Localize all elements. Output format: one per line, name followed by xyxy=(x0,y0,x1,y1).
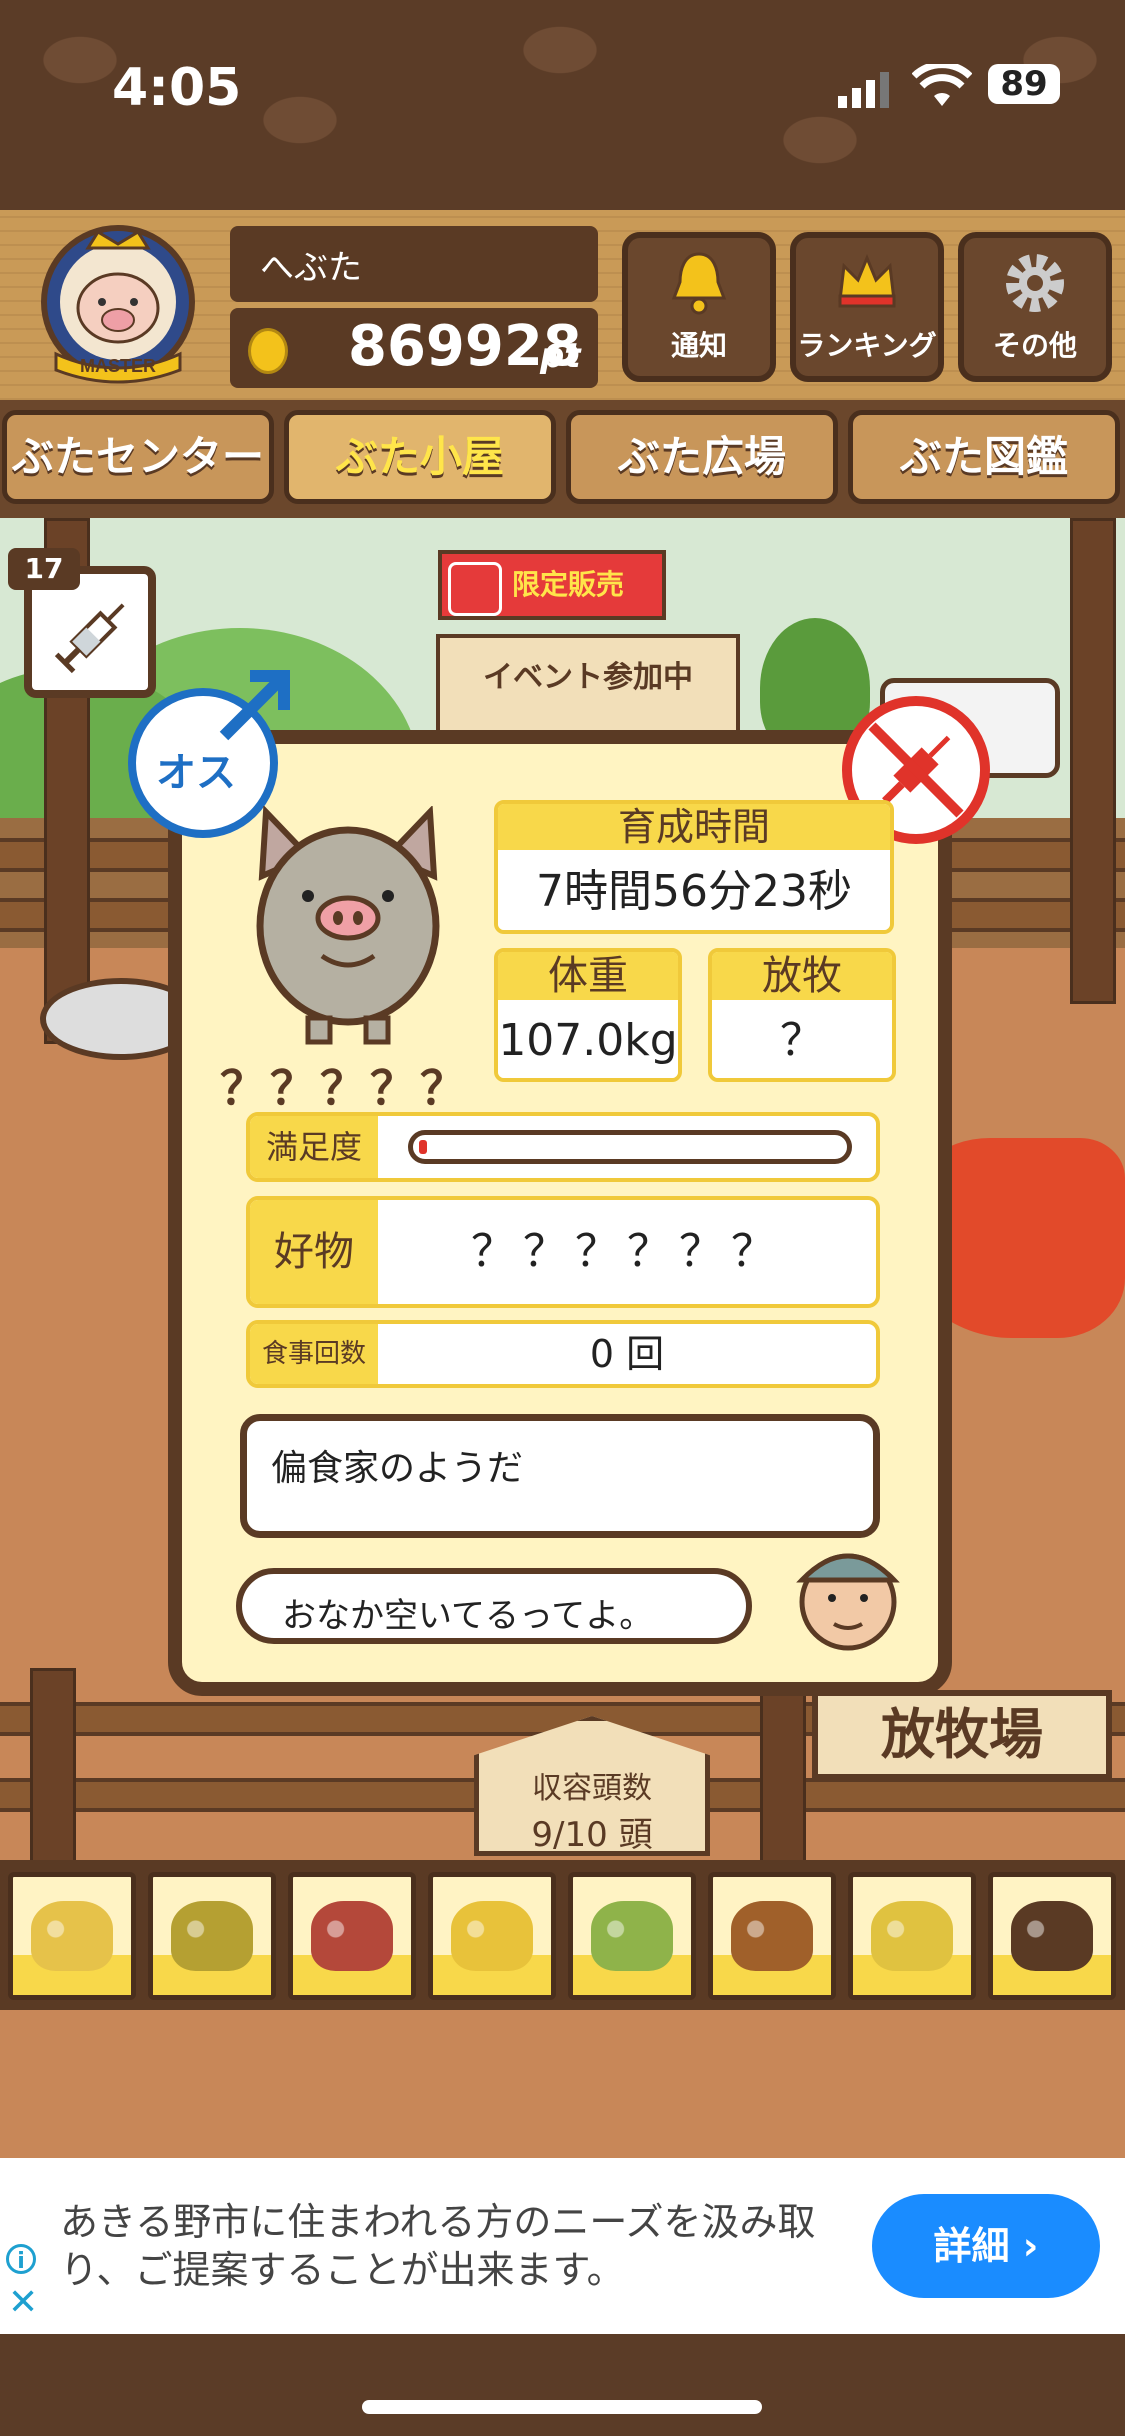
notification-button[interactable]: 通知 xyxy=(622,232,776,382)
username-box: へぶた xyxy=(230,226,598,302)
farmer-speech-bubble: おなか空いてるってよ。 xyxy=(236,1568,752,1644)
food-item-button[interactable] xyxy=(708,1872,836,2000)
favorite-food-row: 好物 ？？？？？？ xyxy=(246,1196,880,1308)
acorn-icon xyxy=(731,1901,813,1971)
corn-icon xyxy=(451,1901,533,1971)
capacity-label: 収容頭数 xyxy=(532,1771,652,1806)
fence-post xyxy=(30,1668,76,1864)
soybean-icon xyxy=(31,1901,113,1971)
pasture-sign[interactable]: 放牧場 xyxy=(812,1690,1112,1780)
graze-label: 放牧 xyxy=(712,952,892,1000)
ad-info-icon[interactable]: i xyxy=(6,2244,36,2274)
event-sign[interactable]: イベント参加中 xyxy=(436,634,740,744)
capacity-value: 9/10 頭 xyxy=(531,1815,653,1855)
syringe-count: 17 xyxy=(8,548,80,590)
food-item-button[interactable] xyxy=(428,1872,556,2000)
pig-trait-bubble: 偏食家のようだ xyxy=(240,1414,880,1538)
tab-buta-center[interactable]: ぶたセンター xyxy=(2,410,274,504)
graze-box: 放牧 ？ xyxy=(708,948,896,1082)
satisfaction-row: 満足度 xyxy=(246,1112,880,1182)
ranking-label: ランキング xyxy=(797,329,937,362)
weight-box: 体重 107.0kg xyxy=(494,948,682,1082)
wifi-icon xyxy=(912,64,972,106)
sweet-potato-icon xyxy=(311,1901,393,1971)
pig-trait-text: 偏食家のようだ xyxy=(271,1448,524,1489)
other-label: その他 xyxy=(992,329,1077,362)
weight-label: 体重 xyxy=(498,952,678,1000)
nuts-leaf-icon xyxy=(591,1901,673,1971)
food-item-button[interactable] xyxy=(988,1872,1116,2000)
other-button[interactable]: その他 xyxy=(958,232,1112,382)
satisfaction-fill xyxy=(419,1140,427,1154)
farmer-avatar xyxy=(796,1553,900,1651)
fence-post xyxy=(760,1668,806,1864)
favorite-label: 好物 xyxy=(250,1200,378,1304)
food-item-button[interactable] xyxy=(8,1872,136,2000)
dice-icon xyxy=(448,562,502,616)
status-bar: 4:05 89 xyxy=(0,0,1125,210)
points-unit: pt xyxy=(540,336,581,376)
food-item-button[interactable] xyxy=(288,1872,416,2000)
weight-value: 107.0kg xyxy=(498,1000,678,1078)
coin-icon xyxy=(248,328,288,374)
bottom-area xyxy=(0,2334,1125,2436)
farmer-speech-text: おなか空いてるってよ。 xyxy=(282,1596,654,1636)
crown-icon xyxy=(838,254,896,308)
ad-banner[interactable]: i ✕ あきる野市に住まわれる方のニーズを汲み取り、ご提案することが出来ます。 … xyxy=(0,2158,1125,2334)
meal-count-value: 0 回 xyxy=(589,1332,665,1376)
favorite-value: ？？？？？？ xyxy=(471,1226,783,1277)
gender-label: オス xyxy=(156,750,236,796)
food-item-button[interactable] xyxy=(568,1872,696,2000)
ranking-button[interactable]: ランキング xyxy=(790,232,944,382)
signal-icon xyxy=(838,72,889,108)
syringe-icon xyxy=(54,603,125,674)
graze-value: ？ xyxy=(712,1000,892,1078)
header: MASTER へぶた 869928 pt 通知 ランキング その他 xyxy=(0,210,1125,400)
food-item-button[interactable] xyxy=(148,1872,276,2000)
status-time: 4:05 xyxy=(112,58,242,118)
meal-count-row: 食事回数 0 回 xyxy=(246,1320,880,1388)
pig-name: ？？？？？ xyxy=(220,1061,470,1115)
food-item-button[interactable] xyxy=(848,1872,976,2000)
ad-close-icon[interactable]: ✕ xyxy=(8,2282,38,2323)
gear-icon xyxy=(1006,254,1064,312)
growth-time-box: 育成時間 7時間56分23秒 xyxy=(494,800,894,934)
growth-time-label: 育成時間 xyxy=(498,804,890,850)
home-indicator[interactable] xyxy=(362,2400,762,2414)
points-box: 869928 pt xyxy=(230,308,598,388)
username: へぶた xyxy=(260,248,362,288)
battery-level: 89 xyxy=(988,64,1060,104)
bell-icon xyxy=(671,252,727,315)
ad-detail-button[interactable]: 詳細 › xyxy=(872,2194,1100,2298)
tab-buta-hiroba[interactable]: ぶた広場 xyxy=(566,410,838,504)
pig-portrait xyxy=(256,806,440,1045)
satisfaction-bar xyxy=(408,1130,852,1164)
tab-bar: ぶたセンター ぶた小屋 ぶた広場 ぶた図鑑 xyxy=(0,400,1125,518)
satisfaction-label: 満足度 xyxy=(250,1116,378,1178)
mixed-grain-icon xyxy=(171,1901,253,1971)
growth-time-value: 7時間56分23秒 xyxy=(498,850,890,930)
tab-buta-zukan[interactable]: ぶた図鑑 xyxy=(848,410,1120,504)
tab-buta-koya[interactable]: ぶた小屋 xyxy=(284,410,556,504)
master-badge: MASTER xyxy=(80,356,156,376)
food-bar xyxy=(0,1860,1125,2010)
truffle-icon xyxy=(1011,1901,1093,1971)
fence-post xyxy=(1070,518,1116,1004)
ad-text: あきる野市に住まわれる方のニーズを汲み取り、ご提案することが出来ます。 xyxy=(60,2200,816,2292)
notification-label: 通知 xyxy=(670,329,727,362)
grain-plate-icon xyxy=(871,1901,953,1971)
master-avatar[interactable]: MASTER xyxy=(28,224,208,384)
meal-count-label: 食事回数 xyxy=(250,1324,378,1384)
